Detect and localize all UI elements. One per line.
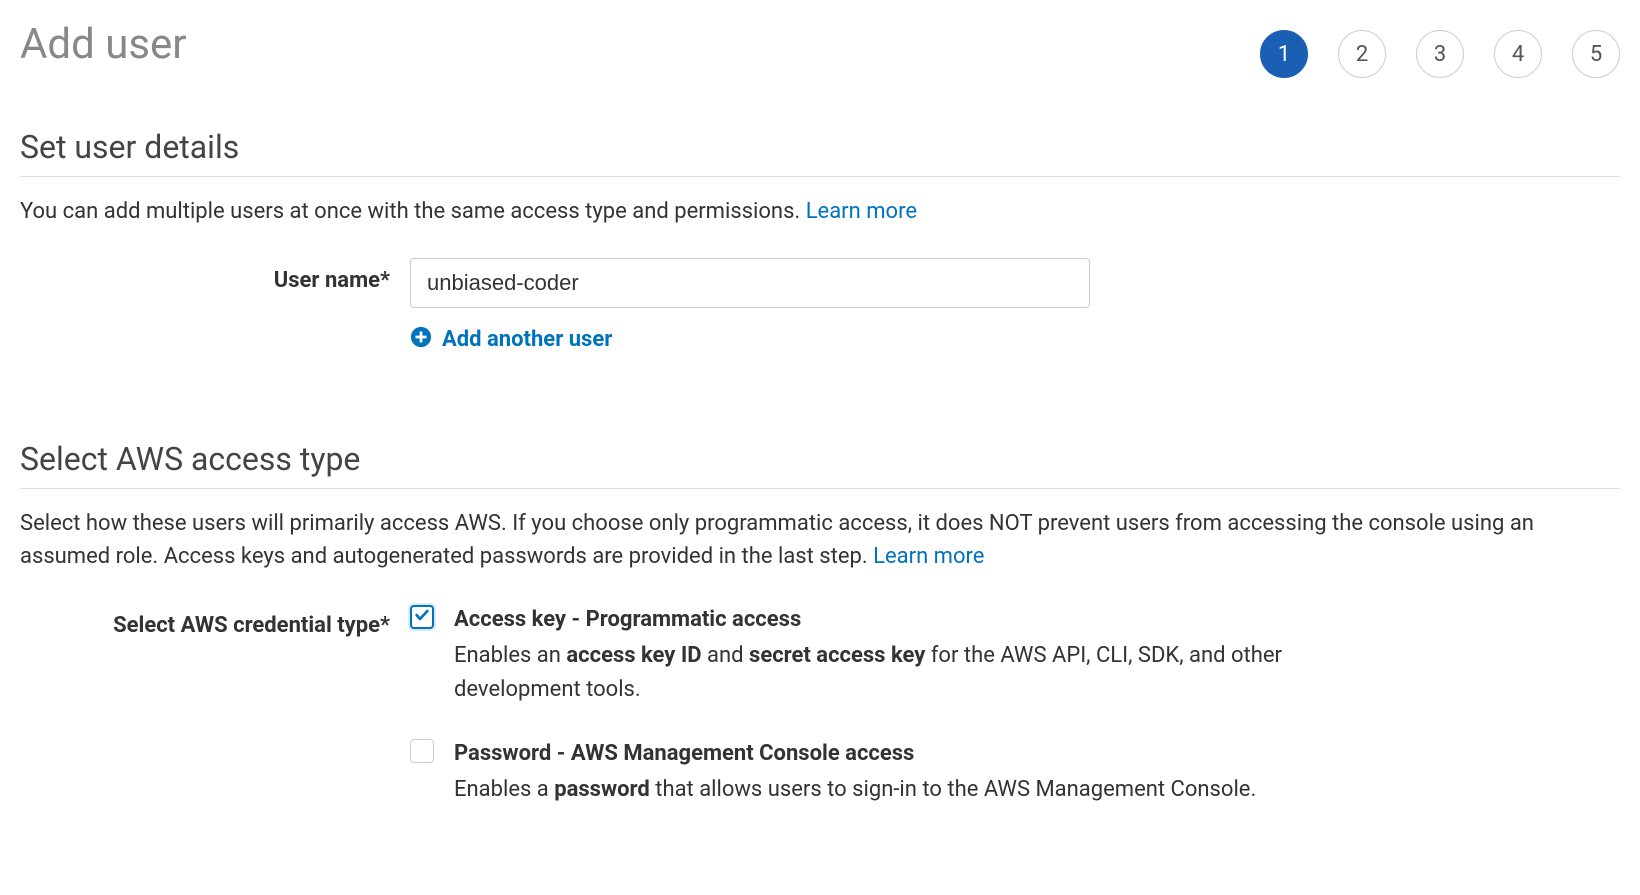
step-3[interactable]: 3 bbox=[1416, 30, 1464, 78]
select-access-type-desc-text: Select how these users will primarily ac… bbox=[20, 511, 1534, 569]
access-key-option: Access key - Programmatic access Enables… bbox=[410, 603, 1620, 707]
step-5[interactable]: 5 bbox=[1572, 30, 1620, 78]
set-user-details-desc-text: You can add multiple users at once with … bbox=[20, 199, 806, 224]
page-title: Add user bbox=[20, 20, 187, 69]
learn-more-access-type-link[interactable]: Learn more bbox=[873, 544, 984, 569]
access-key-option-title: Access key - Programmatic access bbox=[454, 603, 1304, 637]
select-access-type-description: Select how these users will primarily ac… bbox=[20, 507, 1620, 573]
credential-type-label: Select AWS credential type* bbox=[20, 603, 410, 638]
check-icon bbox=[414, 607, 430, 627]
add-another-user-label: Add another user bbox=[442, 327, 612, 352]
stepper: 1 2 3 4 5 bbox=[1260, 20, 1620, 78]
password-option-desc: Enables a password that allows users to … bbox=[454, 773, 1256, 807]
step-4[interactable]: 4 bbox=[1494, 30, 1542, 78]
password-checkbox[interactable] bbox=[410, 739, 434, 763]
learn-more-user-details-link[interactable]: Learn more bbox=[806, 199, 917, 224]
step-2[interactable]: 2 bbox=[1338, 30, 1386, 78]
user-name-input[interactable] bbox=[410, 258, 1090, 308]
user-name-label: User name* bbox=[20, 258, 410, 293]
password-option-title: Password - AWS Management Console access bbox=[454, 737, 1256, 771]
select-access-type-heading: Select AWS access type bbox=[20, 440, 1620, 489]
access-key-option-desc: Enables an access key ID and secret acce… bbox=[454, 639, 1304, 707]
access-key-checkbox[interactable] bbox=[410, 605, 434, 629]
password-option: Password - AWS Management Console access… bbox=[410, 737, 1620, 807]
set-user-details-heading: Set user details bbox=[20, 128, 1620, 177]
add-another-user-button[interactable]: Add another user bbox=[410, 326, 1620, 352]
step-1[interactable]: 1 bbox=[1260, 30, 1308, 78]
set-user-details-description: You can add multiple users at once with … bbox=[20, 195, 1620, 228]
plus-circle-icon bbox=[410, 326, 432, 352]
